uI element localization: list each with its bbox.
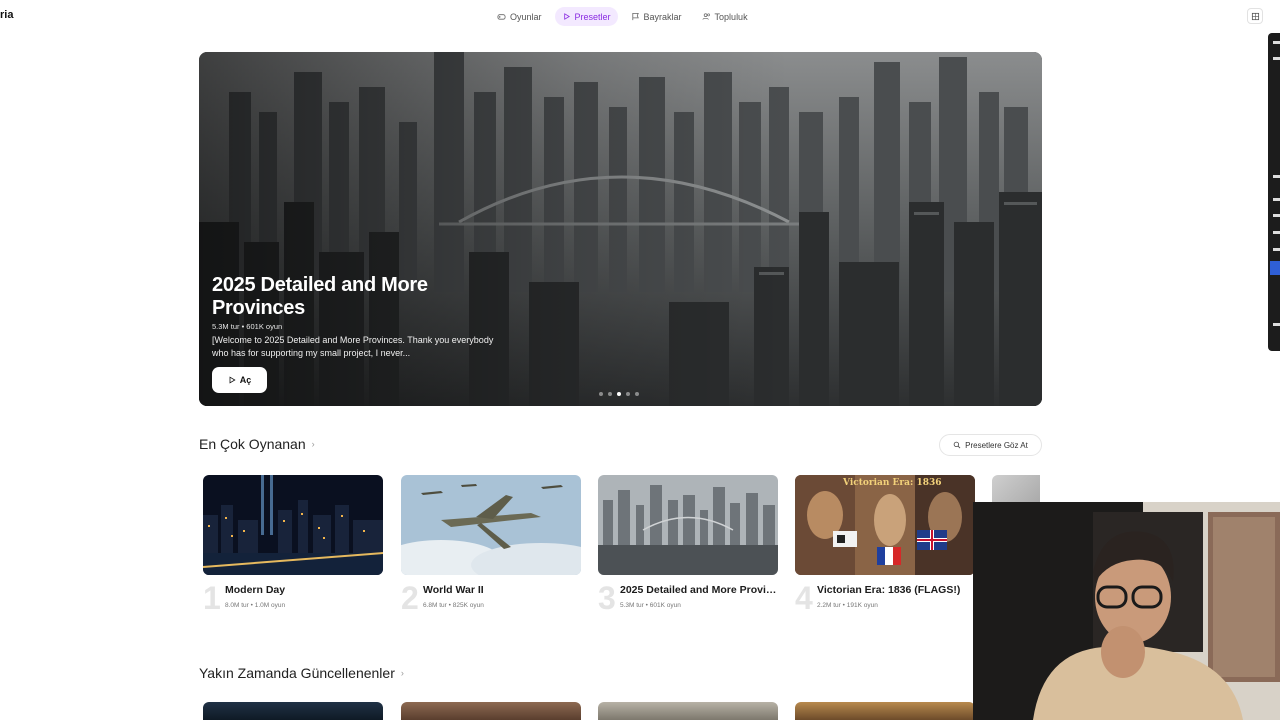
webcam-image	[973, 502, 1280, 720]
preset-stats: 5.3M tur • 601K oyun	[620, 602, 681, 609]
preset-card[interactable]: Victorian Era: 1836 4 Victorian Era: 183…	[795, 475, 975, 614]
carousel-dot-active[interactable]	[617, 392, 621, 396]
preset-thumbnail-2025-detailed	[598, 475, 778, 575]
preset-rank: 1	[203, 580, 221, 616]
preset-rank: 4	[795, 580, 813, 616]
hero-meta: 5.3M tur • 601K oyun	[212, 322, 283, 331]
gamepad-icon	[497, 14, 506, 20]
nav-item-topluluk[interactable]: Topluluk	[695, 7, 755, 26]
preset-stats: 2.2M tur • 191K oyun	[817, 602, 878, 609]
side-panel-line	[1273, 214, 1280, 217]
top-bar: ria Oyunlar Presetler Bayraklar Topluluk	[0, 0, 1280, 32]
open-button-label: Aç	[239, 375, 252, 385]
section-title-text: Yakın Zamanda Güncellenenler	[199, 665, 395, 681]
preset-thumbnail-modern-day	[203, 475, 383, 575]
preset-stats: 8.0M tur • 1.0M oyun	[225, 602, 286, 609]
nav-item-presetler[interactable]: Presetler	[554, 7, 618, 26]
nav-item-bayraklar[interactable]: Bayraklar	[624, 7, 689, 26]
preset-thumbnail-world-war-ii	[401, 475, 581, 575]
flag-icon	[631, 12, 639, 21]
section-recently-updated-title[interactable]: Yakın Zamanda Güncellenenler ›	[199, 665, 404, 681]
side-panel-line	[1273, 248, 1280, 251]
chevron-right-icon: ›	[311, 439, 315, 449]
users-icon	[702, 13, 710, 20]
section-most-played-title[interactable]: En Çok Oynanan ›	[199, 436, 315, 452]
brand-logo[interactable]: ria	[0, 9, 13, 21]
preset-name: Modern Day	[225, 584, 286, 596]
grid-icon	[1251, 12, 1259, 20]
preset-name: World War II	[423, 584, 484, 596]
thumbnail-caption: Victorian Era: 1836	[843, 478, 942, 488]
carousel-dot[interactable]	[635, 392, 639, 396]
side-panel-line	[1273, 175, 1280, 178]
nav-item-label: Presetler	[574, 11, 611, 22]
language-button[interactable]	[1247, 8, 1263, 24]
preset-card[interactable]	[203, 702, 383, 720]
side-panel[interactable]	[1268, 33, 1280, 351]
side-panel-line	[1273, 57, 1280, 60]
preset-card[interactable]: 2 World War II 6.8M tur • 825K oyun	[401, 475, 581, 614]
side-panel-line	[1273, 41, 1280, 44]
carousel-dots	[599, 392, 639, 396]
carousel-dot[interactable]	[599, 392, 603, 396]
play-icon	[563, 13, 570, 20]
carousel-dot[interactable]	[608, 392, 612, 396]
nav-item-label: Bayraklar	[643, 11, 682, 22]
section-title-text: En Çok Oynanan	[199, 436, 306, 452]
preset-rank: 2	[401, 580, 419, 616]
preset-card[interactable]	[598, 702, 778, 720]
carousel-dot[interactable]	[626, 392, 630, 396]
browse-label: Presetlere Göz At	[965, 440, 1028, 450]
preset-card-partial[interactable]	[992, 475, 1040, 505]
side-panel-line	[1273, 323, 1280, 326]
preset-rank: 3	[598, 580, 616, 616]
side-panel-line	[1273, 231, 1280, 234]
side-panel-line	[1273, 198, 1280, 201]
open-preset-button[interactable]: Aç	[212, 367, 267, 393]
preset-card[interactable]: 1 Modern Day 8.0M tur • 1.0M oyun	[203, 475, 383, 614]
play-icon	[229, 376, 236, 384]
preset-stats: 6.8M tur • 825K oyun	[423, 602, 484, 609]
preset-name: 2025 Detailed and More Provinces	[620, 584, 778, 596]
nav-item-label: Oyunlar	[510, 11, 542, 22]
search-icon	[953, 441, 961, 449]
preset-card[interactable]	[795, 702, 975, 720]
preset-card[interactable]	[401, 702, 581, 720]
webcam-overlay	[973, 502, 1280, 720]
nav-item-oyunlar[interactable]: Oyunlar	[490, 7, 549, 26]
hero-description: [Welcome to 2025 Detailed and More Provi…	[212, 335, 494, 358]
side-panel-selected[interactable]	[1270, 261, 1280, 275]
main-nav: Oyunlar Presetler Bayraklar Topluluk	[490, 7, 755, 26]
nav-item-label: Topluluk	[714, 11, 748, 22]
chevron-right-icon: ›	[400, 668, 404, 678]
browse-presets-button[interactable]: Presetlere Göz At	[939, 434, 1042, 456]
hero-title: 2025 Detailed and More Provinces	[212, 274, 428, 319]
preset-name: Victorian Era: 1836 (FLAGS!)	[817, 584, 961, 596]
preset-thumbnail-victorian-era: Victorian Era: 1836	[795, 475, 975, 575]
preset-card[interactable]: 3 2025 Detailed and More Provinces 5.3M …	[598, 475, 778, 614]
hero-banner[interactable]: 2025 Detailed and More Provinces 5.3M tu…	[199, 52, 1042, 406]
